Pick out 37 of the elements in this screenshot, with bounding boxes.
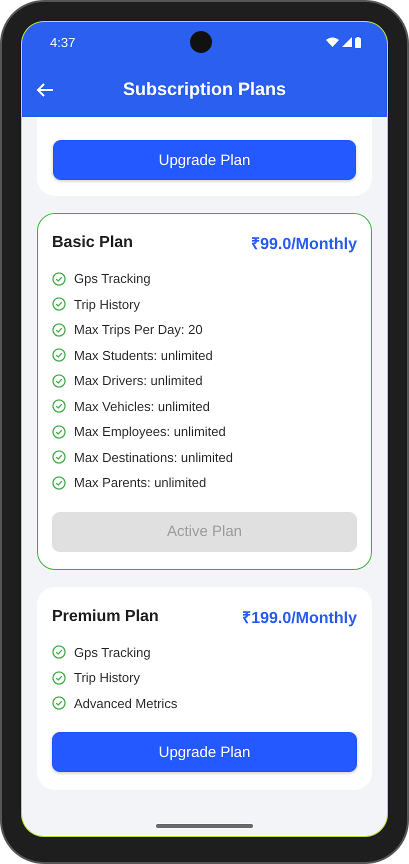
check-circle-icon	[52, 696, 66, 710]
check-circle-icon	[52, 374, 66, 388]
feature-text: Max Students: unlimited	[74, 348, 213, 363]
upgrade-plan-button[interactable]: Upgrade Plan	[52, 732, 357, 772]
feature-text: Gps Tracking	[74, 644, 151, 660]
feature-text: Trip History	[74, 670, 140, 686]
check-circle-icon	[52, 322, 66, 337]
feature-text: Advanced Metrics	[74, 696, 178, 711]
signal-icon	[342, 37, 352, 47]
check-circle-icon	[52, 297, 66, 312]
feature-text: Max Drivers: unlimited	[74, 373, 203, 388]
plan-title: Basic Plan	[52, 234, 133, 252]
feature-text: Max Destinations: unlimited	[74, 450, 233, 465]
check-circle-icon	[52, 272, 66, 286]
feature-text: Max Vehicles: unlimited	[74, 398, 210, 414]
wifi-icon	[326, 37, 339, 47]
back-arrow-icon[interactable]	[36, 82, 54, 98]
plan-price: ₹199.0/Monthly	[242, 608, 357, 628]
check-circle-icon	[52, 424, 66, 439]
feature-text: Max Parents: unlimited	[74, 475, 206, 490]
check-circle-icon	[52, 670, 66, 685]
battery-icon	[355, 36, 361, 48]
feature-text: Max Trips Per Day: 20	[74, 322, 203, 338]
camera-icon	[190, 31, 212, 53]
feature-text: Max Employees: unlimited	[74, 424, 226, 440]
check-circle-icon	[52, 476, 66, 490]
plan-title: Premium Plan	[52, 608, 159, 626]
feature-text: Gps Tracking	[74, 271, 151, 286]
feature-text: Trip History	[74, 296, 140, 312]
check-circle-icon	[52, 348, 66, 362]
screen-title: Subscription Plans	[122, 79, 288, 100]
check-circle-icon	[52, 399, 66, 414]
check-circle-icon	[52, 450, 66, 464]
upgrade-plan-button[interactable]: Upgrade Plan	[53, 140, 356, 180]
check-circle-icon	[52, 645, 66, 660]
status-time: 4:37	[50, 34, 76, 50]
plan-price: ₹99.0/Monthly	[251, 235, 357, 254]
